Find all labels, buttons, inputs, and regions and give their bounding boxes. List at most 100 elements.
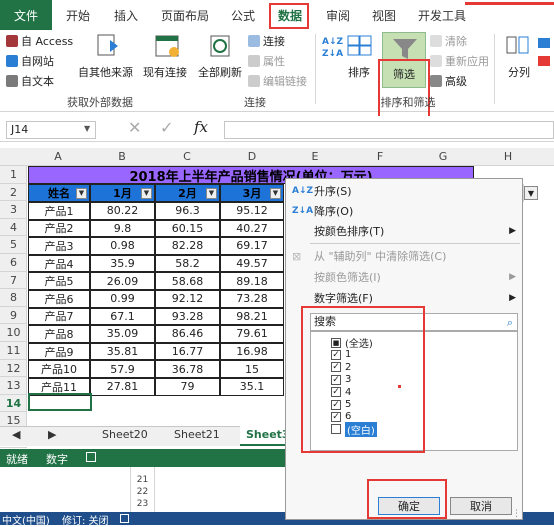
table-cell[interactable]: 82.28 (155, 237, 220, 255)
insert-function-icon[interactable]: fx (194, 118, 208, 136)
table-cell[interactable]: 16.98 (220, 342, 284, 361)
table-cell[interactable]: 49.57 (220, 254, 284, 273)
tab-formulas[interactable]: 公式 (225, 0, 261, 30)
table-cell[interactable]: 69.17 (220, 237, 284, 255)
table-cell[interactable]: 92.12 (155, 290, 220, 308)
filter-value-item[interactable]: ■ (全选) (331, 336, 373, 350)
header-cell[interactable]: 2月 ▼ (155, 184, 220, 202)
connections-button[interactable]: 连接 (248, 33, 285, 49)
filter-value-item[interactable]: ✓ 4 (331, 386, 351, 399)
table-cell[interactable]: 86.46 (155, 325, 220, 343)
text-to-columns-button[interactable]: 分列 (508, 64, 530, 80)
name-box[interactable]: J14 (6, 121, 96, 139)
properties-button[interactable]: 属性 (248, 53, 285, 69)
row-header[interactable]: 2 (0, 184, 27, 202)
column-header-e[interactable]: E (285, 150, 345, 163)
table-cell[interactable]: 73.28 (220, 290, 284, 308)
clear-button[interactable]: 清除 (430, 33, 467, 49)
from-text-button[interactable]: 自文本 (6, 73, 54, 89)
table-cell[interactable]: 35.09 (90, 325, 155, 343)
table-cell[interactable]: 93.28 (155, 307, 220, 326)
table-cell[interactable]: 产品5 (28, 272, 90, 290)
checkbox[interactable]: ✓ (331, 399, 341, 410)
column-header-g[interactable]: G (413, 150, 473, 163)
table-cell[interactable]: 产品8 (28, 325, 90, 343)
checkbox[interactable] (331, 424, 341, 435)
edit-links-button[interactable]: 编辑链接 (248, 73, 307, 89)
checkbox[interactable]: ✓ (331, 362, 341, 373)
checkbox[interactable]: ■ (331, 337, 341, 348)
checkbox[interactable]: ✓ (331, 411, 341, 422)
checkbox[interactable]: ✓ (331, 387, 341, 398)
filter-value-item[interactable]: ✓ 2 (331, 361, 351, 374)
sheet-nav-next-icon[interactable]: ▶ (48, 428, 56, 441)
active-cell[interactable] (28, 393, 92, 411)
menu-sort-asc[interactable]: A↓Z 升序(S) (286, 181, 524, 201)
checkbox[interactable]: ✓ (331, 349, 341, 360)
column-header-b[interactable]: B (90, 150, 154, 163)
table-cell[interactable]: 27.81 (90, 378, 155, 396)
table-cell[interactable]: 98.21 (220, 307, 284, 326)
table-cell[interactable]: 60.15 (155, 219, 220, 238)
advanced-button[interactable]: 高级 (430, 73, 467, 89)
table-cell[interactable]: 67.1 (90, 307, 155, 326)
table-cell[interactable]: 80.22 (90, 202, 155, 220)
table-cell[interactable]: 产品1 (28, 202, 90, 220)
menu-sort-desc[interactable]: Z↓A 降序(O) (286, 201, 524, 221)
tab-insert[interactable]: 插入 (108, 0, 144, 30)
table-cell[interactable]: 产品6 (28, 290, 90, 308)
table-cell[interactable]: 95.12 (220, 202, 284, 220)
refresh-all-button[interactable]: 全部刷新 (198, 64, 242, 80)
tab-data[interactable]: 数据 (272, 0, 308, 30)
filter-arrow-icon[interactable]: ▼ (206, 188, 217, 199)
menu-clear-filter[interactable]: ⊠ 从 "辅助列" 中清除筛选(C) (286, 246, 524, 266)
sheet-tab-20[interactable]: Sheet20 (102, 428, 148, 441)
column-header-f[interactable]: F (350, 150, 410, 163)
filter-dropdown-icon[interactable]: ▼ (524, 186, 538, 200)
row-header[interactable]: 6 (0, 254, 27, 272)
filter-search-input[interactable]: 搜索 ⌕ (310, 313, 518, 331)
table-cell[interactable]: 15 (220, 360, 284, 378)
more-data-tools-icon[interactable] (536, 34, 554, 84)
checkbox[interactable]: ✓ (331, 374, 341, 385)
sort-az-icon[interactable]: A↓Z Z↓A (322, 36, 344, 80)
existing-connections-button[interactable]: 现有连接 (143, 64, 187, 80)
table-cell[interactable]: 89.18 (220, 272, 284, 290)
sheet-nav-prev-icon[interactable]: ◀ (12, 428, 20, 441)
column-header-c[interactable]: C (155, 150, 219, 163)
filter-value-item[interactable]: ✓ 3 (331, 373, 351, 386)
table-cell[interactable]: 产品7 (28, 307, 90, 326)
table-cell[interactable]: 26.09 (90, 272, 155, 290)
ok-button[interactable]: 确定 (378, 497, 440, 515)
formula-input[interactable] (224, 121, 554, 139)
reapply-button[interactable]: 重新应用 (430, 53, 489, 69)
menu-number-filters[interactable]: 数字筛选(F) ▶ (286, 288, 524, 308)
row-header[interactable]: 4 (0, 219, 27, 237)
table-cell[interactable]: 58.2 (155, 254, 220, 273)
table-cell[interactable]: 0.98 (90, 237, 155, 255)
filter-value-item[interactable]: ✓ 1 (331, 348, 351, 361)
table-cell[interactable]: 96.3 (155, 202, 220, 220)
column-header-h[interactable]: H (478, 150, 538, 163)
row-header[interactable]: 11 (0, 342, 27, 360)
table-cell[interactable]: 16.77 (155, 342, 220, 361)
table-cell[interactable]: 产品2 (28, 219, 90, 238)
resize-grip-icon[interactable]: ⋮ (512, 509, 521, 519)
header-cell[interactable]: 3月 ▼ (220, 184, 284, 202)
table-cell[interactable]: 58.68 (155, 272, 220, 290)
table-cell[interactable]: 0.99 (90, 290, 155, 308)
filter-arrow-icon[interactable]: ▼ (270, 188, 281, 199)
table-cell[interactable]: 35.81 (90, 342, 155, 361)
table-cell[interactable]: 40.27 (220, 219, 284, 238)
tab-developer[interactable]: 开发工具 (414, 0, 470, 30)
menu-sort-by-color[interactable]: 按颜色排序(T) ▶ (286, 221, 524, 241)
confirm-icon[interactable]: ✓ (160, 118, 173, 137)
row-header[interactable]: 3 (0, 201, 27, 219)
filter-arrow-icon[interactable]: ▼ (76, 188, 87, 199)
sheet-tab-21[interactable]: Sheet21 (174, 428, 220, 441)
table-cell[interactable]: 35.9 (90, 254, 155, 273)
tab-review[interactable]: 审阅 (320, 0, 356, 30)
tab-file[interactable]: 文件 (0, 0, 52, 30)
filter-button[interactable]: 筛选 (382, 32, 426, 88)
table-cell[interactable]: 79 (155, 378, 220, 396)
